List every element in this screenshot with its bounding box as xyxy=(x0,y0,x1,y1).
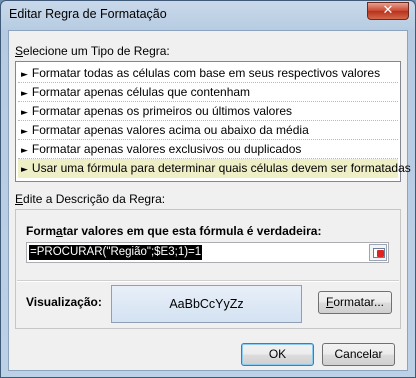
triangle-right-icon: ► xyxy=(21,146,28,156)
range-arrow-icon xyxy=(377,250,384,257)
close-icon: ✕ xyxy=(382,3,394,18)
rule-description-label: Edite a Descrição da Regra: xyxy=(15,192,166,206)
rule-description-panel: Formatar valores em que esta fórmula é v… xyxy=(15,209,401,329)
triangle-right-icon: ► xyxy=(21,127,28,137)
dialog-window: Editar Regra de Formatação ✕ Selecione u… xyxy=(0,0,416,378)
formula-label: Formatar valores em que esta fórmula é v… xyxy=(26,224,322,238)
format-button[interactable]: Formatar... xyxy=(318,291,392,314)
separator xyxy=(17,280,399,282)
ok-button[interactable]: OK xyxy=(241,343,314,366)
format-preview: AaBbCcYyZz xyxy=(111,285,302,323)
formula-input[interactable]: =PROCURAR("Região";$E3;1)=1 xyxy=(26,242,389,263)
rule-type-label: Selecione um Tipo de Regra: xyxy=(15,44,170,58)
rule-type-item[interactable]: ► Formatar apenas valores acima ou abaixo… xyxy=(18,121,398,140)
triangle-right-icon: ► xyxy=(21,89,28,99)
formula-input-value: =PROCURAR("Região";$E3;1)=1 xyxy=(29,245,203,260)
collapse-dialog-button[interactable] xyxy=(369,244,387,261)
cancel-button[interactable]: Cancelar xyxy=(322,343,395,366)
triangle-right-icon: ► xyxy=(21,108,28,118)
rule-type-item-selected[interactable]: ► Usar uma fórmula para determinar quais … xyxy=(18,159,411,178)
dialog-client-area: Selecione um Tipo de Regra: ► Formatar to… xyxy=(8,30,411,371)
rule-type-list[interactable]: ► Formatar todas as células com base em s… xyxy=(15,61,411,182)
rule-type-item[interactable]: ► Formatar apenas os primeiros ou últimos… xyxy=(18,102,398,121)
rule-type-item[interactable]: ► Formatar apenas valores exclusivos ou d… xyxy=(18,140,398,159)
preview-label: Visualização: xyxy=(26,295,102,309)
rule-type-item[interactable]: ► Formatar todas as células com base em s… xyxy=(18,64,398,83)
triangle-right-icon: ► xyxy=(21,165,28,175)
triangle-right-icon: ► xyxy=(21,70,28,80)
rule-type-item[interactable]: ► Formatar apenas células que contenham xyxy=(18,83,398,102)
dialog-title: Editar Regra de Formatação xyxy=(9,7,167,21)
title-bar[interactable]: Editar Regra de Formatação ✕ xyxy=(1,1,415,29)
close-button[interactable]: ✕ xyxy=(367,2,409,20)
